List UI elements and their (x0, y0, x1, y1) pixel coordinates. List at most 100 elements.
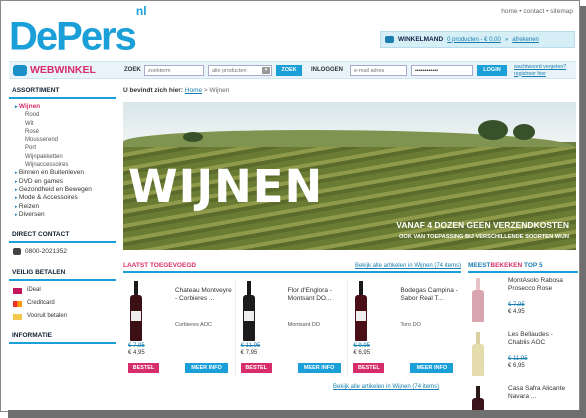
window-shadow-bottom (8, 410, 586, 418)
logo-suffix: nl (135, 4, 147, 18)
product-name[interactable]: Flor d'Englora - Montsant DO... (288, 287, 346, 302)
page-frame: home • contact • sitemap DePersnl WINKEL… (0, 0, 580, 412)
product-origin: Corbieres AOC (175, 322, 212, 328)
email-input[interactable]: e-mail adres (350, 65, 407, 76)
phone-row: 0800-2021352 (9, 243, 116, 260)
subcategory-port[interactable]: Port (15, 144, 116, 152)
subcategory-wijnpakketten[interactable]: Wijnpakketten (15, 153, 116, 161)
product-price: € 7,95 (240, 350, 258, 356)
category-mode[interactable]: Mode & Accessoires (15, 194, 116, 202)
more-info-button[interactable]: MEER INFO (185, 363, 228, 373)
login-links: wachtwoord vergeten? registreer hier (514, 64, 566, 77)
bottle-body (472, 290, 484, 322)
register-link[interactable]: registreer hier (514, 71, 566, 78)
category-diversen[interactable]: Diversen (15, 211, 116, 219)
category-list: Wijnen Rood Wit Rosé Mousserend Port Wij… (9, 99, 116, 222)
bottle-body (242, 295, 255, 341)
most-viewed-header: MEESTBEKEKEN TOP 5 (468, 262, 578, 273)
subcategory-rood[interactable]: Rood (15, 111, 116, 119)
breadcrumb-home[interactable]: Home (185, 87, 202, 94)
payment-ideal: iDeal (9, 284, 116, 297)
info-heading: INFORMATIE (9, 329, 116, 345)
brand-text: WEBWINKEL (30, 64, 96, 76)
wine-bottle-image[interactable] (472, 386, 484, 411)
category-select[interactable]: alle producten ▾ (208, 65, 272, 76)
wine-bottle-image[interactable] (355, 281, 368, 341)
top-item-price: € 6,95 (508, 363, 525, 369)
cart-summary-link[interactable]: 0 producten - € 0,00 (447, 37, 501, 43)
top-item[interactable]: MontAsolo Rabosa Prosecco Rose € 7,95 € … (468, 275, 578, 327)
hero-subtitle-small: OOK VAN TOEPASSING BIJ VERSCHILLENDE SOO… (398, 234, 569, 240)
payment-label: Vooruit betalen (27, 313, 68, 320)
window-shadow-right (580, 6, 586, 418)
product-card[interactable]: Chateau Montveyre - Corbieres ... Corbie… (123, 279, 236, 376)
subcategory-wijnaccessoires[interactable]: Wijnaccessoires (15, 161, 116, 169)
cart-icon (385, 36, 394, 43)
top-item-name[interactable]: MontAsolo Rabosa Prosecco Rose (508, 277, 574, 292)
top-item[interactable]: Casa Safra Alicante Navara ... (468, 383, 578, 411)
order-button[interactable]: BESTEL (128, 363, 159, 373)
bottle-body (355, 295, 368, 341)
search-button[interactable]: ZOEK (276, 65, 302, 76)
wine-bottle-image[interactable] (472, 332, 484, 376)
more-info-button[interactable]: MEER INFO (297, 363, 341, 373)
order-button[interactable]: BESTEL (240, 363, 272, 373)
password-input[interactable]: •••••••••••• (411, 65, 473, 76)
cart-bar: WINKELMAND 0 producten - € 0,00 » afreke… (380, 31, 575, 48)
view-all-link[interactable]: Bekijk alle artikelen in Wijnen (74 item… (355, 263, 461, 269)
shop-icon (13, 64, 27, 76)
product-card[interactable]: Flor d'Englora - Montsant DO... Montsant… (236, 279, 349, 376)
login-button[interactable]: LOGIN (477, 65, 507, 76)
product-origin: Toro DO (400, 322, 421, 328)
latest-header: LAATST TOEGEVOEGD Bekijk alle artikelen … (123, 262, 461, 273)
top-item[interactable]: Les Bellaudes - Chablis AOC € 11,95 € 6,… (468, 329, 578, 381)
category-gezondheid[interactable]: Gezondheid en Bewegen (15, 186, 116, 194)
wine-bottle-image[interactable] (472, 278, 484, 322)
hero-banner[interactable]: WIJNEN VANAF 4 DOZEN GEEN VERZENDKOSTEN … (123, 102, 576, 250)
payment-heading: VEILIG BETALEN (9, 266, 116, 282)
top-links[interactable]: home • contact • sitemap (501, 8, 573, 15)
category-dvd-games[interactable]: DVD en games (15, 178, 116, 186)
search-input[interactable]: zoekterm (144, 65, 204, 76)
view-all-link-bottom[interactable]: Bekijk alle artikelen in Wijnen (74 item… (333, 384, 439, 390)
top-item-name[interactable]: Casa Safra Alicante Navara ... (508, 385, 574, 400)
more-info-button[interactable]: MEER INFO (410, 363, 454, 373)
wine-bottle-image[interactable] (130, 281, 142, 341)
checkout-link[interactable]: afrekenen (512, 37, 539, 43)
wine-bottle-image[interactable] (242, 281, 255, 341)
hero-title: WIJNEN (128, 160, 324, 213)
product-price: € 4,95 (128, 350, 145, 356)
product-card[interactable]: Bodegas Campina - Sabor Real T... Toro D… (348, 279, 461, 376)
top-item-name[interactable]: Les Bellaudes - Chablis AOC (508, 331, 574, 346)
order-button[interactable]: BESTEL (353, 363, 385, 373)
top-item-old-price: € 7,95 (508, 302, 525, 308)
most-viewed-title-b: BEKEKEN (490, 262, 523, 269)
category-reizen[interactable]: Reizen (15, 203, 116, 211)
subcategory-mousserend[interactable]: Mousserend (15, 136, 116, 144)
ideal-icon (13, 287, 22, 294)
subcategory-wit[interactable]: Wit (15, 120, 116, 128)
category-wijnen[interactable]: Wijnen (15, 103, 116, 111)
chevron-down-icon: ▾ (262, 67, 270, 74)
bottle-neck (476, 278, 480, 290)
payment-label: iDeal (27, 287, 41, 294)
category-select-value: alle producten (212, 68, 247, 74)
product-list: Chateau Montveyre - Corbieres ... Corbie… (123, 279, 461, 376)
logo-text: DePers (9, 14, 137, 59)
forgot-password-link[interactable]: wachtwoord vergeten? (514, 64, 566, 71)
most-viewed-title-c: TOP 5 (522, 262, 543, 269)
site-logo[interactable]: DePersnl (9, 4, 147, 59)
product-name[interactable]: Bodegas Campina - Sabor Real T... (400, 287, 458, 302)
product-old-price: € 9,95 (353, 343, 371, 349)
webwinkel-brand: WEBWINKEL (13, 64, 96, 76)
category-binnen-buitenleven[interactable]: Binnen en Buitenleven (15, 169, 116, 177)
subcategory-rose[interactable]: Rosé (15, 128, 116, 136)
payment-label: Creditcard (27, 300, 55, 307)
nav-bar: WEBWINKEL ZOEK zoekterm alle producten ▾ … (9, 61, 576, 79)
product-name[interactable]: Chateau Montveyre - Corbieres ... (175, 287, 233, 302)
latest-title: LAATST TOEGEVOEGD (123, 262, 197, 269)
breadcrumb: U bevindt zich hier: Home > Wijnen (123, 87, 230, 94)
phone-number: 0800-2021352 (25, 248, 67, 256)
bottle-body (472, 344, 484, 376)
login-label: INLOGGEN (311, 67, 344, 73)
